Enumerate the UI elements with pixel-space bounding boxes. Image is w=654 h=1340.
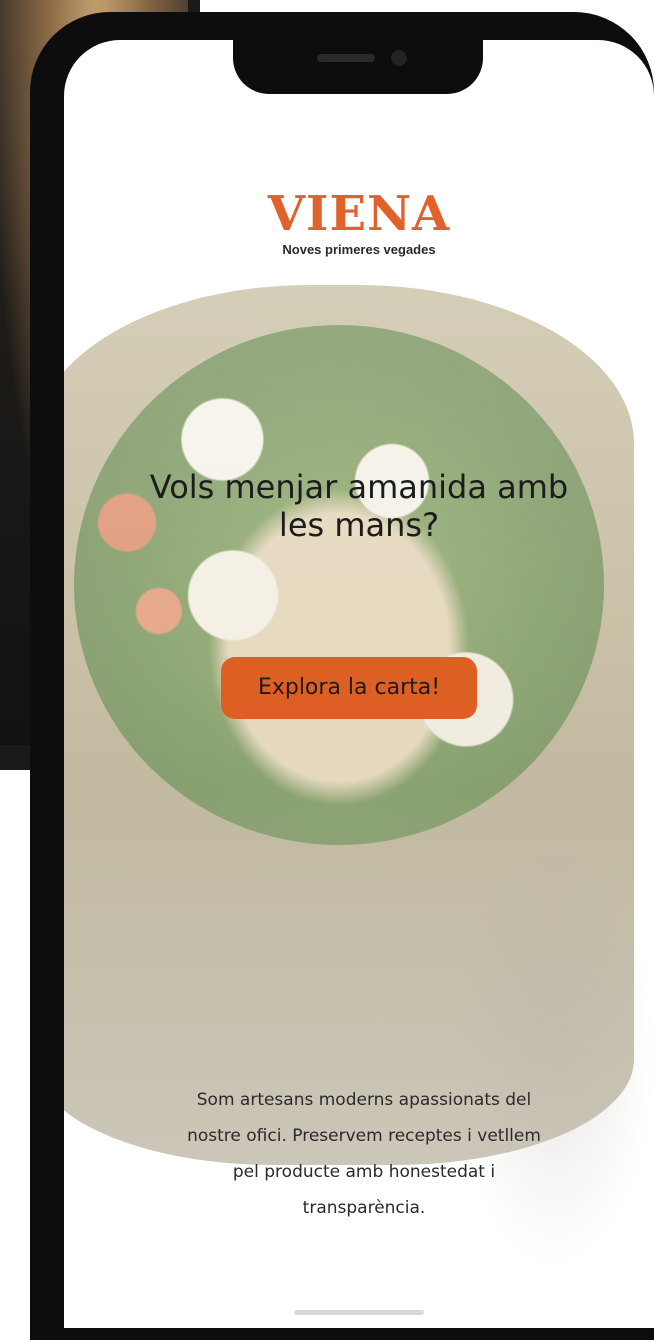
hero-headline: Vols menjar amanida amb les mans? <box>149 468 569 544</box>
camera-icon <box>391 50 407 66</box>
phone-screen: VIENA Noves primeres vegades Vols menjar… <box>64 40 654 1328</box>
phone-notch <box>233 40 483 94</box>
about-text: Som artesans moderns apassionats del nos… <box>187 1090 541 1218</box>
brand-header: VIENA Noves primeres vegades <box>64 190 654 257</box>
home-indicator[interactable] <box>294 1310 424 1315</box>
mockup-stage: ats tes stec VIENA Noves primeres vegade… <box>0 0 654 1340</box>
explore-menu-button[interactable]: Explora la carta! <box>221 657 477 719</box>
phone-frame: VIENA Noves primeres vegades Vols menjar… <box>30 12 654 1340</box>
brand-tagline: Noves primeres vegades <box>282 242 436 257</box>
brand-logo[interactable]: VIENA <box>64 190 654 238</box>
speaker-grille <box>317 54 375 62</box>
